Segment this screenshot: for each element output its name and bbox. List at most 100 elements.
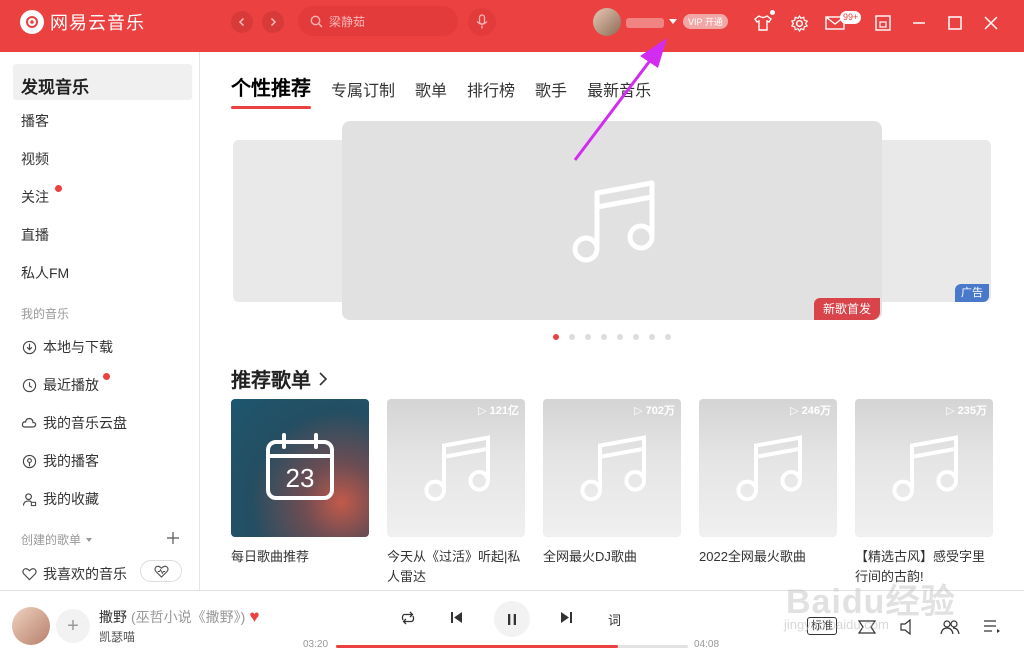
- heartbeat-mode-button[interactable]: [140, 560, 182, 582]
- tab-artists[interactable]: 歌手: [535, 77, 567, 101]
- skin-notification-dot: [770, 10, 775, 15]
- artist-name[interactable]: 凯瑟喵: [99, 628, 135, 645]
- microphone-icon: [476, 14, 488, 29]
- carousel-dot[interactable]: [617, 334, 623, 340]
- add-to-playlist-button[interactable]: +: [56, 609, 90, 643]
- sidebar-item-cloud-disk[interactable]: 我的音乐云盘: [21, 413, 127, 433]
- vip-badge[interactable]: VIP 开通: [683, 14, 728, 29]
- sidebar-item-my-podcast[interactable]: 我的播客: [21, 451, 99, 471]
- user-menu-caret-icon[interactable]: [669, 19, 677, 24]
- download-icon: [21, 339, 37, 355]
- banner-new-release-tag: 新歌首发: [814, 298, 881, 320]
- user-avatar[interactable]: [593, 8, 621, 36]
- sidebar-item-discover[interactable]: 发现音乐: [21, 73, 89, 98]
- playlist-card-daily[interactable]: 23 每日歌曲推荐: [231, 399, 369, 587]
- banner-carousel-main[interactable]: [342, 121, 882, 320]
- playlist-title[interactable]: 2022全网最火歌曲: [699, 547, 837, 567]
- username-blurred[interactable]: [626, 18, 664, 28]
- heart-outline-icon: [21, 566, 37, 582]
- playlist-cover[interactable]: ▷ 246万: [699, 399, 837, 537]
- carousel-dot[interactable]: [553, 334, 559, 340]
- playlist-card[interactable]: ▷ 121亿 今天从《过活》听起|私人雷达: [387, 399, 525, 587]
- playlist-cover[interactable]: ▷ 235万: [855, 399, 993, 537]
- album-cover-thumbnail[interactable]: [12, 607, 50, 645]
- tab-personalized[interactable]: 个性推荐: [231, 72, 311, 109]
- plus-icon: +: [67, 614, 79, 637]
- carousel-dot[interactable]: [569, 334, 575, 340]
- netease-logo-icon: [20, 10, 44, 34]
- forward-button[interactable]: [262, 11, 284, 33]
- playlist-cover[interactable]: ▷ 121亿: [387, 399, 525, 537]
- follow-notification-dot: [55, 185, 62, 192]
- playlist-queue-button[interactable]: [982, 617, 1002, 637]
- search-placeholder: 梁静茹: [329, 14, 366, 29]
- sidebar-item-fm[interactable]: 私人FM: [21, 263, 69, 283]
- elapsed-time: 03:20: [303, 639, 329, 650]
- sidebar: 发现音乐 播客 视频 关注 直播 私人FM 我的音乐 本地与下载 最近播放 我的…: [0, 52, 200, 590]
- lyrics-button[interactable]: 词: [608, 610, 621, 629]
- create-playlist-button[interactable]: [166, 531, 180, 550]
- tab-charts[interactable]: 排行榜: [467, 77, 515, 101]
- playlist-title[interactable]: 今天从《过活》听起|私人雷达: [387, 547, 525, 587]
- pause-icon: [508, 613, 516, 625]
- play-count: ▷ 121亿: [478, 405, 519, 417]
- sidebar-item-liked-music[interactable]: 我喜欢的音乐: [21, 564, 127, 584]
- maximize-button[interactable]: [944, 12, 966, 34]
- created-playlists-title: 创建的歌单: [21, 533, 82, 547]
- playlist-title[interactable]: 每日歌曲推荐: [231, 547, 369, 567]
- sidebar-item-live[interactable]: 直播: [21, 225, 49, 245]
- playlist-card[interactable]: ▷ 235万 【精选古风】感受字里行间的古韵!: [855, 399, 993, 587]
- back-button[interactable]: [231, 11, 253, 33]
- next-button[interactable]: [560, 611, 573, 624]
- sidebar-label-local-download: 本地与下载: [43, 339, 113, 355]
- tab-exclusive[interactable]: 专属订制: [331, 77, 395, 101]
- sidebar-item-collection[interactable]: 我的收藏: [21, 489, 99, 509]
- playlist-cover[interactable]: ▷ 702万: [543, 399, 681, 537]
- created-playlists-heading[interactable]: 创建的歌单: [21, 531, 93, 548]
- playlist-card[interactable]: ▷ 702万 全网最火DJ歌曲: [543, 399, 681, 587]
- sidebar-item-recent[interactable]: 最近播放: [21, 375, 99, 395]
- sidebar-item-follow[interactable]: 关注: [21, 187, 49, 207]
- carousel-dot[interactable]: [665, 334, 671, 340]
- play-count-value: 246万: [801, 405, 831, 417]
- carousel-dot[interactable]: [649, 334, 655, 340]
- tab-personalized-label: 个性推荐: [231, 78, 311, 100]
- recommend-title: 推荐歌单: [231, 370, 311, 392]
- close-button[interactable]: [980, 12, 1002, 34]
- progress-bar[interactable]: [336, 645, 688, 648]
- carousel-dot[interactable]: [633, 334, 639, 340]
- minimize-icon: [913, 22, 925, 24]
- tab-playlists[interactable]: 歌单: [415, 77, 447, 101]
- maximize-icon: [948, 16, 962, 30]
- app-logo[interactable]: 网易云音乐: [20, 9, 145, 35]
- chevron-right-icon: [270, 17, 277, 27]
- sidebar-label-liked-music: 我喜欢的音乐: [43, 566, 127, 582]
- like-heart-icon[interactable]: ♥: [249, 607, 259, 627]
- sidebar-item-podcast[interactable]: 播客: [21, 111, 49, 131]
- search-icon: [310, 15, 323, 27]
- tab-new-music[interactable]: 最新音乐: [587, 77, 651, 101]
- settings-button[interactable]: [788, 12, 810, 34]
- sidebar-item-local-download[interactable]: 本地与下载: [21, 337, 113, 357]
- minimize-button[interactable]: [908, 12, 930, 34]
- playlist-title[interactable]: 全网最火DJ歌曲: [543, 547, 681, 567]
- sidebar-item-video[interactable]: 视频: [21, 149, 49, 169]
- sidebar-label-my-podcast: 我的播客: [43, 453, 99, 469]
- previous-button[interactable]: [450, 611, 463, 624]
- playlist-cover[interactable]: 23: [231, 399, 369, 537]
- title-bar: 网易云音乐 梁静茹 VIP 开通 99+: [0, 0, 1024, 52]
- progress-fill: [336, 645, 618, 648]
- carousel-dot[interactable]: [601, 334, 607, 340]
- mini-mode-button[interactable]: [872, 12, 894, 34]
- pause-button[interactable]: [494, 601, 530, 637]
- play-mode-button[interactable]: [400, 611, 416, 625]
- heartbeat-icon: [153, 565, 169, 578]
- carousel-dot[interactable]: [585, 334, 591, 340]
- recommend-playlists-heading[interactable]: 推荐歌单: [231, 364, 329, 393]
- search-input[interactable]: 梁静茹: [298, 6, 458, 36]
- now-playing-title[interactable]: 撒野 (巫哲小说《撒野》) ♥: [99, 607, 259, 627]
- playlist-card[interactable]: ▷ 246万 2022全网最火歌曲: [699, 399, 837, 587]
- music-note-icon: [736, 435, 802, 502]
- skin-button[interactable]: [752, 12, 774, 34]
- voice-search-button[interactable]: [468, 8, 496, 36]
